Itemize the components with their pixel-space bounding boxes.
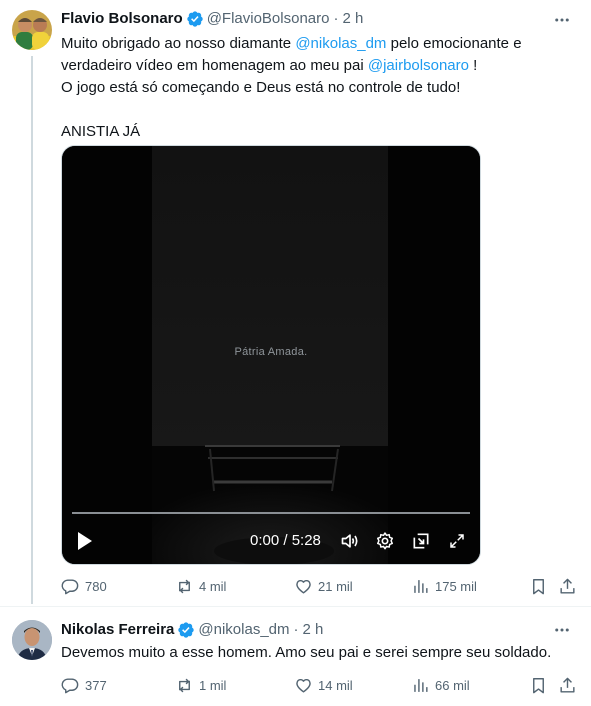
like-button[interactable]: 21 mil — [294, 576, 353, 596]
reply-icon — [61, 578, 79, 594]
action-bar: 377 1 mil 14 mil 66 mil — [61, 675, 581, 695]
views-count: 175 mil — [435, 578, 477, 594]
timestamp[interactable]: 2 h — [342, 9, 363, 29]
separator: · — [293, 621, 299, 638]
fullscreen-icon — [450, 534, 464, 548]
repost-count: 4 mil — [199, 578, 227, 594]
tweet-header: Flavio Bolsonaro @FlavioBolsonaro · 2 h — [61, 9, 363, 29]
like-count: 14 mil — [318, 677, 353, 693]
repost-button[interactable]: 1 mil — [175, 675, 226, 695]
author-name[interactable]: Flavio Bolsonaro — [61, 9, 183, 29]
like-button[interactable]: 14 mil — [294, 675, 353, 695]
settings-button[interactable] — [374, 528, 396, 554]
video-timecode: 0:00 / 5:28 — [250, 532, 321, 549]
tweet-flavio[interactable]: Flavio Bolsonaro @FlavioBolsonaro · 2 h … — [0, 0, 591, 606]
tweet-text-line: Muito obrigado ao nosso diamante @nikola… — [61, 35, 522, 52]
bookmark-icon — [533, 578, 544, 594]
verified-badge-icon — [178, 622, 195, 638]
share-button[interactable] — [558, 576, 577, 596]
author-handle[interactable]: @FlavioBolsonaro — [207, 9, 330, 29]
mention-link[interactable]: @jairbolsonaro — [368, 57, 469, 74]
bookmark-icon — [533, 677, 544, 693]
repost-icon — [179, 678, 190, 692]
picture-in-picture-icon — [413, 533, 429, 549]
tweet-text: Devemos muito a esse homem. Amo seu pai … — [61, 644, 552, 661]
repost-icon — [179, 579, 190, 593]
separator: · — [333, 10, 339, 27]
more-dots-icon — [555, 628, 569, 632]
avatar-flavio[interactable] — [12, 10, 52, 50]
tweet-text: Muito obrigado ao nosso diamante @nikola… — [61, 33, 566, 143]
views-icon — [414, 678, 428, 692]
reply-button[interactable]: 377 — [61, 675, 107, 695]
more-options-button[interactable] — [551, 620, 573, 640]
bookmark-button[interactable] — [529, 675, 548, 695]
tweet-text-line: O jogo está só começando e Deus está no … — [61, 79, 461, 96]
video-progress-bar[interactable] — [72, 512, 470, 514]
repost-button[interactable]: 4 mil — [175, 576, 226, 596]
play-button[interactable] — [74, 528, 96, 554]
views-count: 66 mil — [435, 677, 470, 693]
video-caption: Pátria Amada. — [234, 346, 308, 358]
volume-button[interactable] — [339, 528, 361, 554]
video-player[interactable]: Pátria Amada. 0:00 / 5:28 — [61, 145, 481, 565]
verified-badge-icon — [187, 11, 203, 27]
timestamp[interactable]: 2 h — [303, 620, 324, 640]
share-button[interactable] — [558, 675, 577, 695]
repost-count: 1 mil — [199, 677, 227, 693]
reply-button[interactable]: 780 — [61, 576, 107, 596]
more-options-button[interactable] — [551, 10, 573, 30]
pip-button[interactable] — [410, 528, 432, 554]
heart-icon — [296, 579, 311, 594]
share-icon — [560, 578, 575, 594]
tweet-header: Nikolas Ferreira @nikolas_dm · 2 h — [61, 620, 323, 640]
views-icon — [414, 579, 428, 593]
like-count: 21 mil — [318, 578, 353, 594]
bookmark-button[interactable] — [529, 576, 548, 596]
tweet-nikolas[interactable]: Nikolas Ferreira @nikolas_dm · 2 h Devem… — [0, 606, 591, 706]
action-bar: 780 4 mil 21 mil 175 mil — [61, 576, 581, 596]
thread-line — [31, 56, 33, 604]
author-name[interactable]: Nikolas Ferreira — [61, 620, 174, 640]
author-handle[interactable]: @nikolas_dm — [198, 620, 289, 640]
play-icon — [78, 532, 92, 550]
reply-count: 377 — [85, 677, 107, 693]
avatar-nikolas[interactable] — [12, 620, 52, 660]
views-button[interactable]: 175 mil — [411, 576, 477, 596]
views-button[interactable]: 66 mil — [411, 675, 470, 695]
more-dots-icon — [555, 18, 569, 22]
mention-link[interactable]: @nikolas_dm — [295, 35, 386, 52]
reply-count: 780 — [85, 578, 107, 594]
share-icon — [560, 677, 575, 693]
tweet-text-line: verdadeiro vídeo em homenagem ao meu pai… — [61, 57, 478, 74]
heart-icon — [296, 678, 311, 693]
fullscreen-button[interactable] — [446, 528, 468, 554]
gear-icon — [377, 532, 393, 550]
reply-icon — [61, 677, 79, 693]
volume-icon — [341, 534, 358, 548]
tweet-text-line: ANISTIA JÁ — [61, 123, 141, 140]
